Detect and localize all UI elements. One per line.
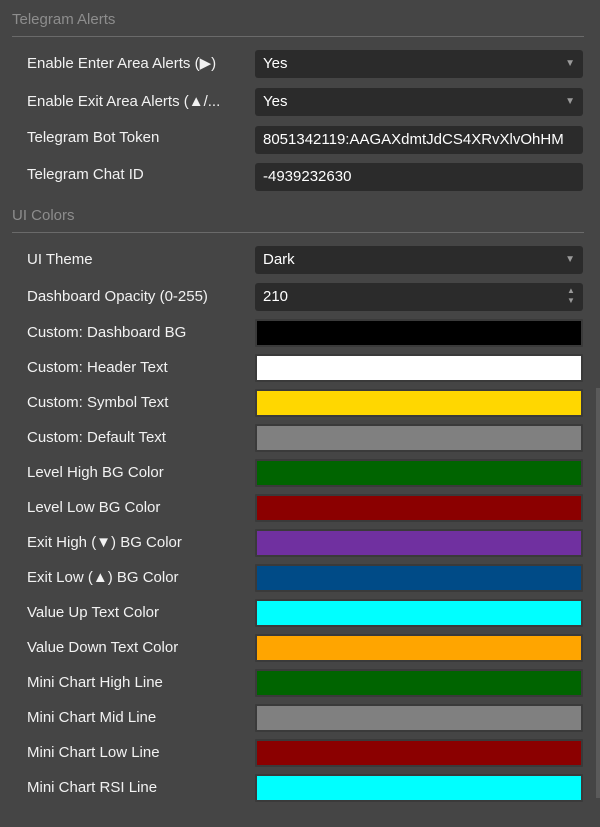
row-label: Mini Chart RSI Line <box>27 779 158 796</box>
row-ui-theme: UI Theme Dark ▼ <box>0 246 600 274</box>
row-label: Custom: Dashboard BG <box>27 324 187 341</box>
value-down-text-color-color-swatch[interactable] <box>255 634 583 662</box>
section-divider <box>12 36 584 37</box>
chevron-down-icon: ▼ <box>565 58 575 69</box>
custom-dashboard-bg-color-swatch[interactable] <box>255 319 583 347</box>
section-divider <box>12 232 584 233</box>
row-dashboard-opacity: Dashboard Opacity (0-255) 210 ▲ ▼ <box>0 283 600 311</box>
row-level-high-bg-color: Level High BG Color <box>0 459 600 487</box>
row-label: Mini Chart High Line <box>27 674 163 691</box>
row-exit-high-bg-color: Exit High (▼) BG Color <box>0 529 600 557</box>
row-label: Mini Chart Mid Line <box>27 709 157 726</box>
row-label: Custom: Header Text <box>27 359 168 376</box>
telegram-chat-id-input[interactable]: -4939232630 <box>255 163 583 191</box>
row-label: Enable Enter Area Alerts (▶) <box>27 55 217 72</box>
row-telegram-chat-id: Telegram Chat ID -4939232630 <box>0 163 600 191</box>
dropdown-value: Dark <box>263 251 295 268</box>
enable-enter-area-alerts-dropdown[interactable]: Yes ▼ <box>255 50 583 78</box>
row-label: Value Down Text Color <box>27 639 179 656</box>
level-low-bg-color-color-swatch[interactable] <box>255 494 583 522</box>
scrollbar[interactable] <box>596 388 600 798</box>
row-label: Custom: Symbol Text <box>27 394 169 411</box>
spinner-up-icon[interactable]: ▲ <box>566 286 576 296</box>
telegram-bot-token-input[interactable]: 8051342119:AAGAXdmtJdCS4XRvXlvOhHM <box>255 126 583 154</box>
custom-header-text-color-swatch[interactable] <box>255 354 583 382</box>
row-label: Exit Low (▲) BG Color <box>27 569 179 586</box>
exit-high-bg-color-color-swatch[interactable] <box>255 529 583 557</box>
row-custom-header-text: Custom: Header Text <box>0 354 600 382</box>
dropdown-value: Yes <box>263 55 288 72</box>
row-label: Custom: Default Text <box>27 429 166 446</box>
mini-chart-low-line-color-swatch[interactable] <box>255 739 583 767</box>
row-label: Dashboard Opacity (0-255) <box>27 288 208 305</box>
row-mini-chart-mid-line: Mini Chart Mid Line <box>0 704 600 732</box>
custom-default-text-color-swatch[interactable] <box>255 424 583 452</box>
mini-chart-mid-line-color-swatch[interactable] <box>255 704 583 732</box>
exit-low-bg-color-color-swatch[interactable] <box>255 564 583 592</box>
row-value-down-text-color: Value Down Text Color <box>0 634 600 662</box>
mini-chart-high-line-color-swatch[interactable] <box>255 669 583 697</box>
spinner-arrows[interactable]: ▲ ▼ <box>566 286 576 306</box>
ui-theme-dropdown[interactable]: Dark ▼ <box>255 246 583 274</box>
row-label: Level High BG Color <box>27 464 164 481</box>
value-up-text-color-color-swatch[interactable] <box>255 599 583 627</box>
row-level-low-bg-color: Level Low BG Color <box>0 494 600 522</box>
row-custom-default-text: Custom: Default Text <box>0 424 600 452</box>
row-value-up-text-color: Value Up Text Color <box>0 599 600 627</box>
settings-panel: Telegram Alerts Enable Enter Area Alerts… <box>0 0 600 827</box>
row-exit-low-bg-color: Exit Low (▲) BG Color <box>0 564 600 592</box>
row-enable-exit-area-alerts: Enable Exit Area Alerts (▲/... Yes ▼ <box>0 88 600 116</box>
spinner-down-icon[interactable]: ▼ <box>566 296 576 306</box>
chevron-down-icon: ▼ <box>565 254 575 265</box>
row-mini-chart-rsi-line: Mini Chart RSI Line <box>0 774 600 802</box>
row-custom-symbol-text: Custom: Symbol Text <box>0 389 600 417</box>
row-label: Mini Chart Low Line <box>27 744 160 761</box>
row-mini-chart-high-line: Mini Chart High Line <box>0 669 600 697</box>
dropdown-value: Yes <box>263 93 288 110</box>
row-telegram-bot-token: Telegram Bot Token 8051342119:AAGAXdmtJd… <box>0 126 600 154</box>
spinner-value: 210 <box>263 288 289 305</box>
dashboard-opacity-spinner[interactable]: 210 ▲ ▼ <box>255 283 583 311</box>
row-label: UI Theme <box>27 251 93 268</box>
row-label: Level Low BG Color <box>27 499 161 516</box>
row-label: Enable Exit Area Alerts (▲/... <box>27 93 221 110</box>
mini-chart-rsi-line-color-swatch[interactable] <box>255 774 583 802</box>
level-high-bg-color-color-swatch[interactable] <box>255 459 583 487</box>
row-label: Exit High (▼) BG Color <box>27 534 182 551</box>
row-mini-chart-low-line: Mini Chart Low Line <box>0 739 600 767</box>
row-label: Value Up Text Color <box>27 604 160 621</box>
row-label: Telegram Chat ID <box>27 166 144 183</box>
row-custom-dashboard-bg: Custom: Dashboard BG <box>0 319 600 347</box>
row-label: Telegram Bot Token <box>27 129 160 146</box>
row-enable-enter-area-alerts: Enable Enter Area Alerts (▶) Yes ▼ <box>0 50 600 78</box>
custom-symbol-text-color-swatch[interactable] <box>255 389 583 417</box>
enable-exit-area-alerts-dropdown[interactable]: Yes ▼ <box>255 88 583 116</box>
chevron-down-icon: ▼ <box>565 96 575 107</box>
section-header-ui-colors: UI Colors <box>12 207 75 224</box>
section-header-telegram-alerts: Telegram Alerts <box>12 11 116 28</box>
